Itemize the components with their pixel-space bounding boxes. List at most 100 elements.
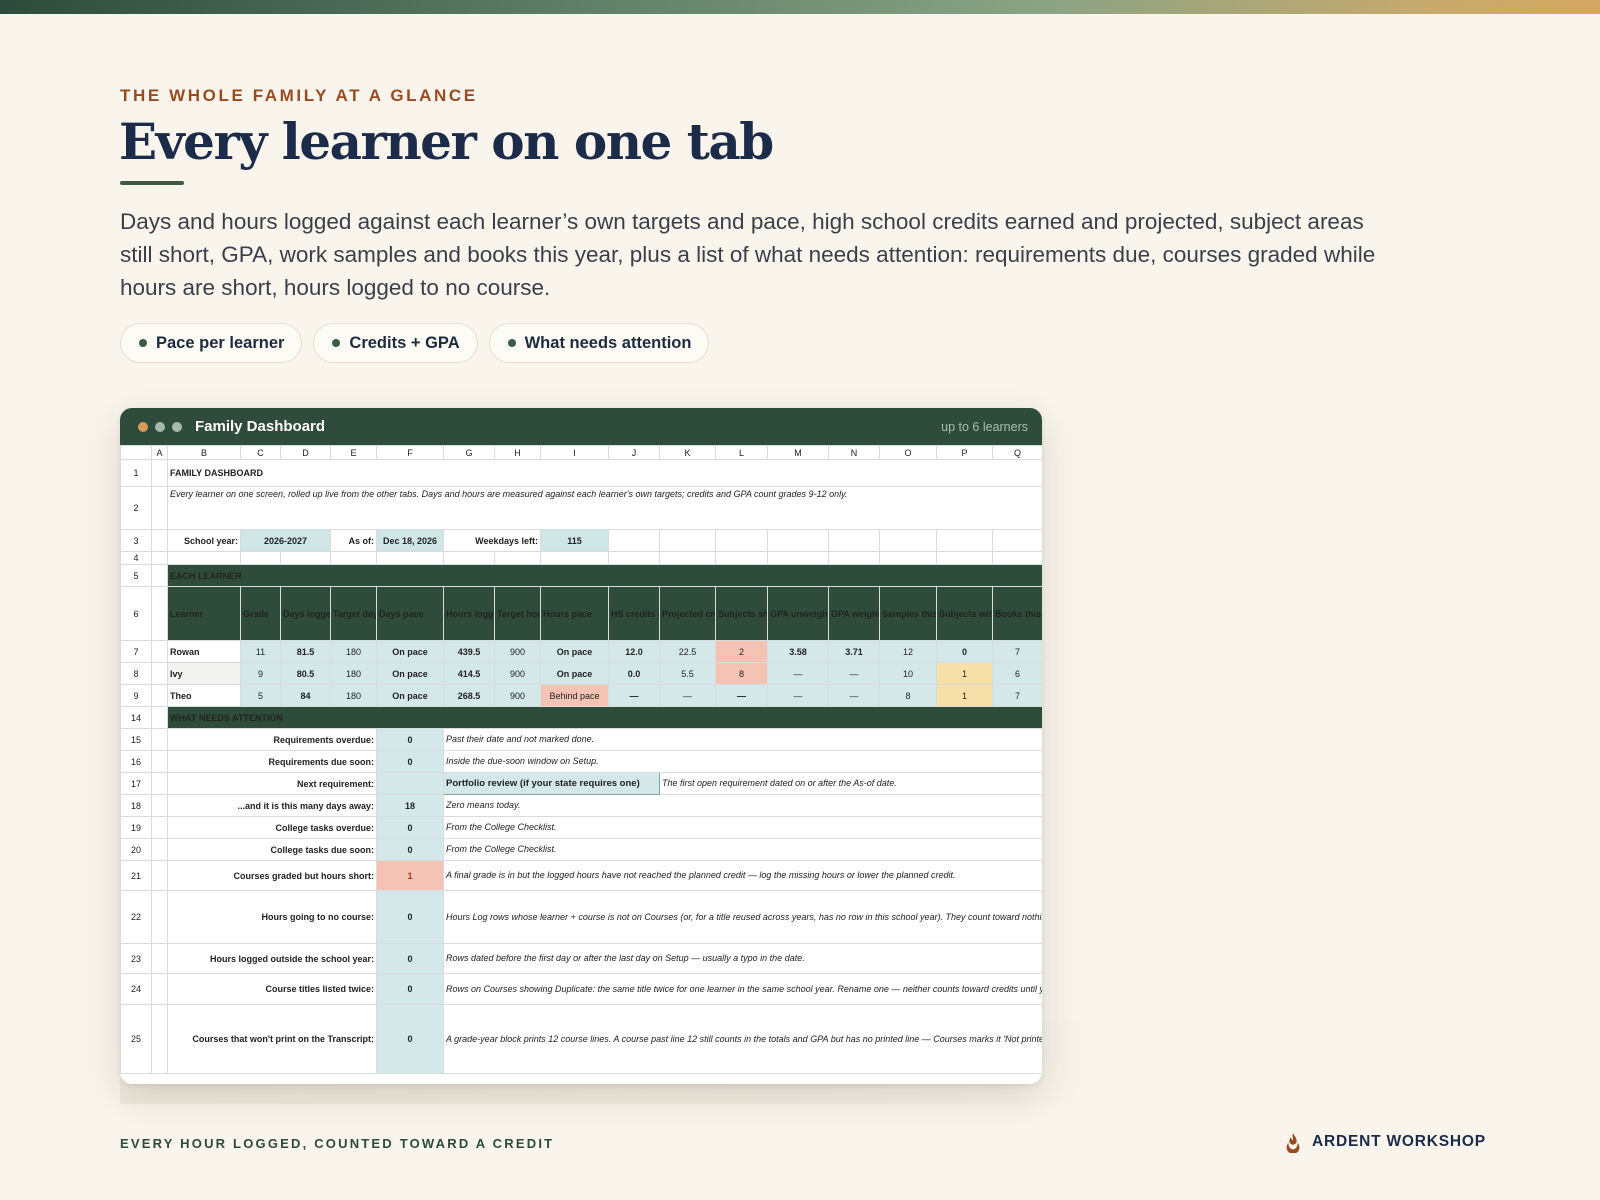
cell[interactable] — [767, 529, 829, 552]
hours-pace[interactable]: Behind pace — [540, 684, 609, 707]
sheet-title[interactable]: FAMILY DASHBOARD — [167, 459, 1042, 487]
cell[interactable] — [151, 860, 168, 891]
cell[interactable] — [992, 529, 1042, 552]
cell[interactable] — [608, 529, 660, 552]
cell[interactable] — [828, 529, 880, 552]
samples-this-year[interactable]: 12 — [879, 640, 937, 663]
row-number[interactable]: 21 — [120, 860, 152, 891]
cell[interactable] — [494, 551, 541, 565]
row-number[interactable]: 19 — [120, 816, 152, 839]
target-hours[interactable]: 900 — [494, 640, 541, 663]
cell[interactable] — [151, 586, 168, 641]
next-requirement-value[interactable]: Portfolio review (if your state requires… — [443, 772, 660, 795]
col-header[interactable]: K — [659, 445, 716, 460]
subjects-short[interactable]: 8 — [715, 662, 768, 685]
row-number[interactable]: 18 — [120, 794, 152, 817]
col-header[interactable]: H — [494, 445, 541, 460]
books-this-year[interactable]: 6 — [992, 662, 1042, 685]
learner-name[interactable]: Theo — [167, 684, 241, 707]
cell[interactable] — [936, 529, 993, 552]
cell[interactable] — [151, 794, 168, 817]
attention-value[interactable]: 0 — [376, 943, 444, 974]
col-header[interactable]: C — [240, 445, 281, 460]
cell[interactable] — [151, 772, 168, 795]
window-dot-icon[interactable] — [138, 421, 148, 432]
cell[interactable] — [240, 551, 281, 565]
row-number[interactable]: 23 — [120, 943, 152, 974]
hs-credits-earned[interactable]: — — [608, 684, 660, 707]
learner-name[interactable]: Ivy — [167, 662, 241, 685]
cell[interactable] — [151, 459, 168, 487]
cell[interactable] — [151, 529, 168, 552]
cell[interactable] — [151, 943, 168, 974]
col-header[interactable]: N — [828, 445, 880, 460]
cell[interactable] — [167, 551, 241, 565]
row-number[interactable]: 8 — [120, 662, 152, 685]
attention-value[interactable]: 0 — [376, 973, 444, 1005]
col-header[interactable]: M — [767, 445, 829, 460]
cell[interactable] — [443, 551, 495, 565]
cell[interactable] — [992, 551, 1042, 565]
gpa-weighted[interactable]: 3.71 — [828, 640, 880, 663]
row-number[interactable]: 4 — [120, 551, 152, 565]
hours-pace[interactable]: On pace — [540, 662, 609, 685]
cell[interactable] — [659, 551, 716, 565]
target-days[interactable]: 180 — [330, 640, 377, 663]
attention-value[interactable]: 0 — [376, 890, 444, 944]
cell[interactable] — [767, 551, 829, 565]
window-dot-icon[interactable] — [155, 421, 165, 432]
row-number[interactable]: 7 — [120, 640, 152, 663]
col-header[interactable]: E — [330, 445, 377, 460]
cell[interactable] — [151, 706, 168, 729]
cell[interactable] — [330, 551, 377, 565]
corner-cell[interactable] — [120, 445, 152, 460]
window-dot-icon[interactable] — [172, 421, 182, 432]
cell[interactable] — [540, 551, 609, 565]
cell[interactable] — [659, 529, 716, 552]
brand-mark[interactable]: ARDENT WORKSHOP — [1282, 1131, 1486, 1153]
cell[interactable] — [151, 551, 168, 565]
hours-pace[interactable]: On pace — [540, 640, 609, 663]
col-header[interactable]: F — [376, 445, 444, 460]
attention-value[interactable]: 0 — [376, 816, 444, 839]
gpa-unweighted[interactable]: — — [767, 684, 829, 707]
cell[interactable] — [151, 684, 168, 707]
projected-credits[interactable]: 22.5 — [659, 640, 716, 663]
cell[interactable] — [151, 564, 168, 587]
samples-this-year[interactable]: 8 — [879, 684, 937, 707]
row-number[interactable]: 17 — [120, 772, 152, 795]
col-header[interactable]: O — [879, 445, 937, 460]
target-hours[interactable]: 900 — [494, 662, 541, 685]
cell[interactable] — [376, 551, 444, 565]
cell[interactable] — [151, 973, 168, 1005]
row-number[interactable]: 15 — [120, 728, 152, 751]
attention-value[interactable]: 0 — [376, 838, 444, 861]
row-number[interactable]: 22 — [120, 890, 152, 944]
learner-grade[interactable]: 11 — [240, 640, 281, 663]
days-logged[interactable]: 80.5 — [280, 662, 331, 685]
cell[interactable] — [936, 551, 993, 565]
cell[interactable] — [151, 816, 168, 839]
attention-value[interactable]: 0 — [376, 1004, 444, 1074]
row-number[interactable]: 2 — [120, 486, 152, 530]
cell[interactable] — [715, 529, 768, 552]
days-logged[interactable]: 84 — [280, 684, 331, 707]
weekdays-left-value[interactable]: 115 — [540, 529, 609, 552]
col-header[interactable]: P — [936, 445, 993, 460]
attention-value[interactable]: 1 — [376, 860, 444, 891]
cell[interactable] — [151, 486, 168, 530]
projected-credits[interactable]: 5.5 — [659, 662, 716, 685]
hs-credits-earned[interactable]: 12.0 — [608, 640, 660, 663]
cell[interactable] — [151, 890, 168, 944]
books-this-year[interactable]: 7 — [992, 640, 1042, 663]
cell[interactable] — [151, 662, 168, 685]
gpa-unweighted[interactable]: — — [767, 662, 829, 685]
subjects-no-sample[interactable]: 1 — [936, 684, 993, 707]
col-header[interactable]: L — [715, 445, 768, 460]
cell[interactable] — [151, 640, 168, 663]
books-this-year[interactable]: 7 — [992, 684, 1042, 707]
attention-value[interactable]: 0 — [376, 750, 444, 773]
col-header[interactable]: B — [167, 445, 241, 460]
cell[interactable] — [715, 551, 768, 565]
subjects-no-sample[interactable]: 1 — [936, 662, 993, 685]
